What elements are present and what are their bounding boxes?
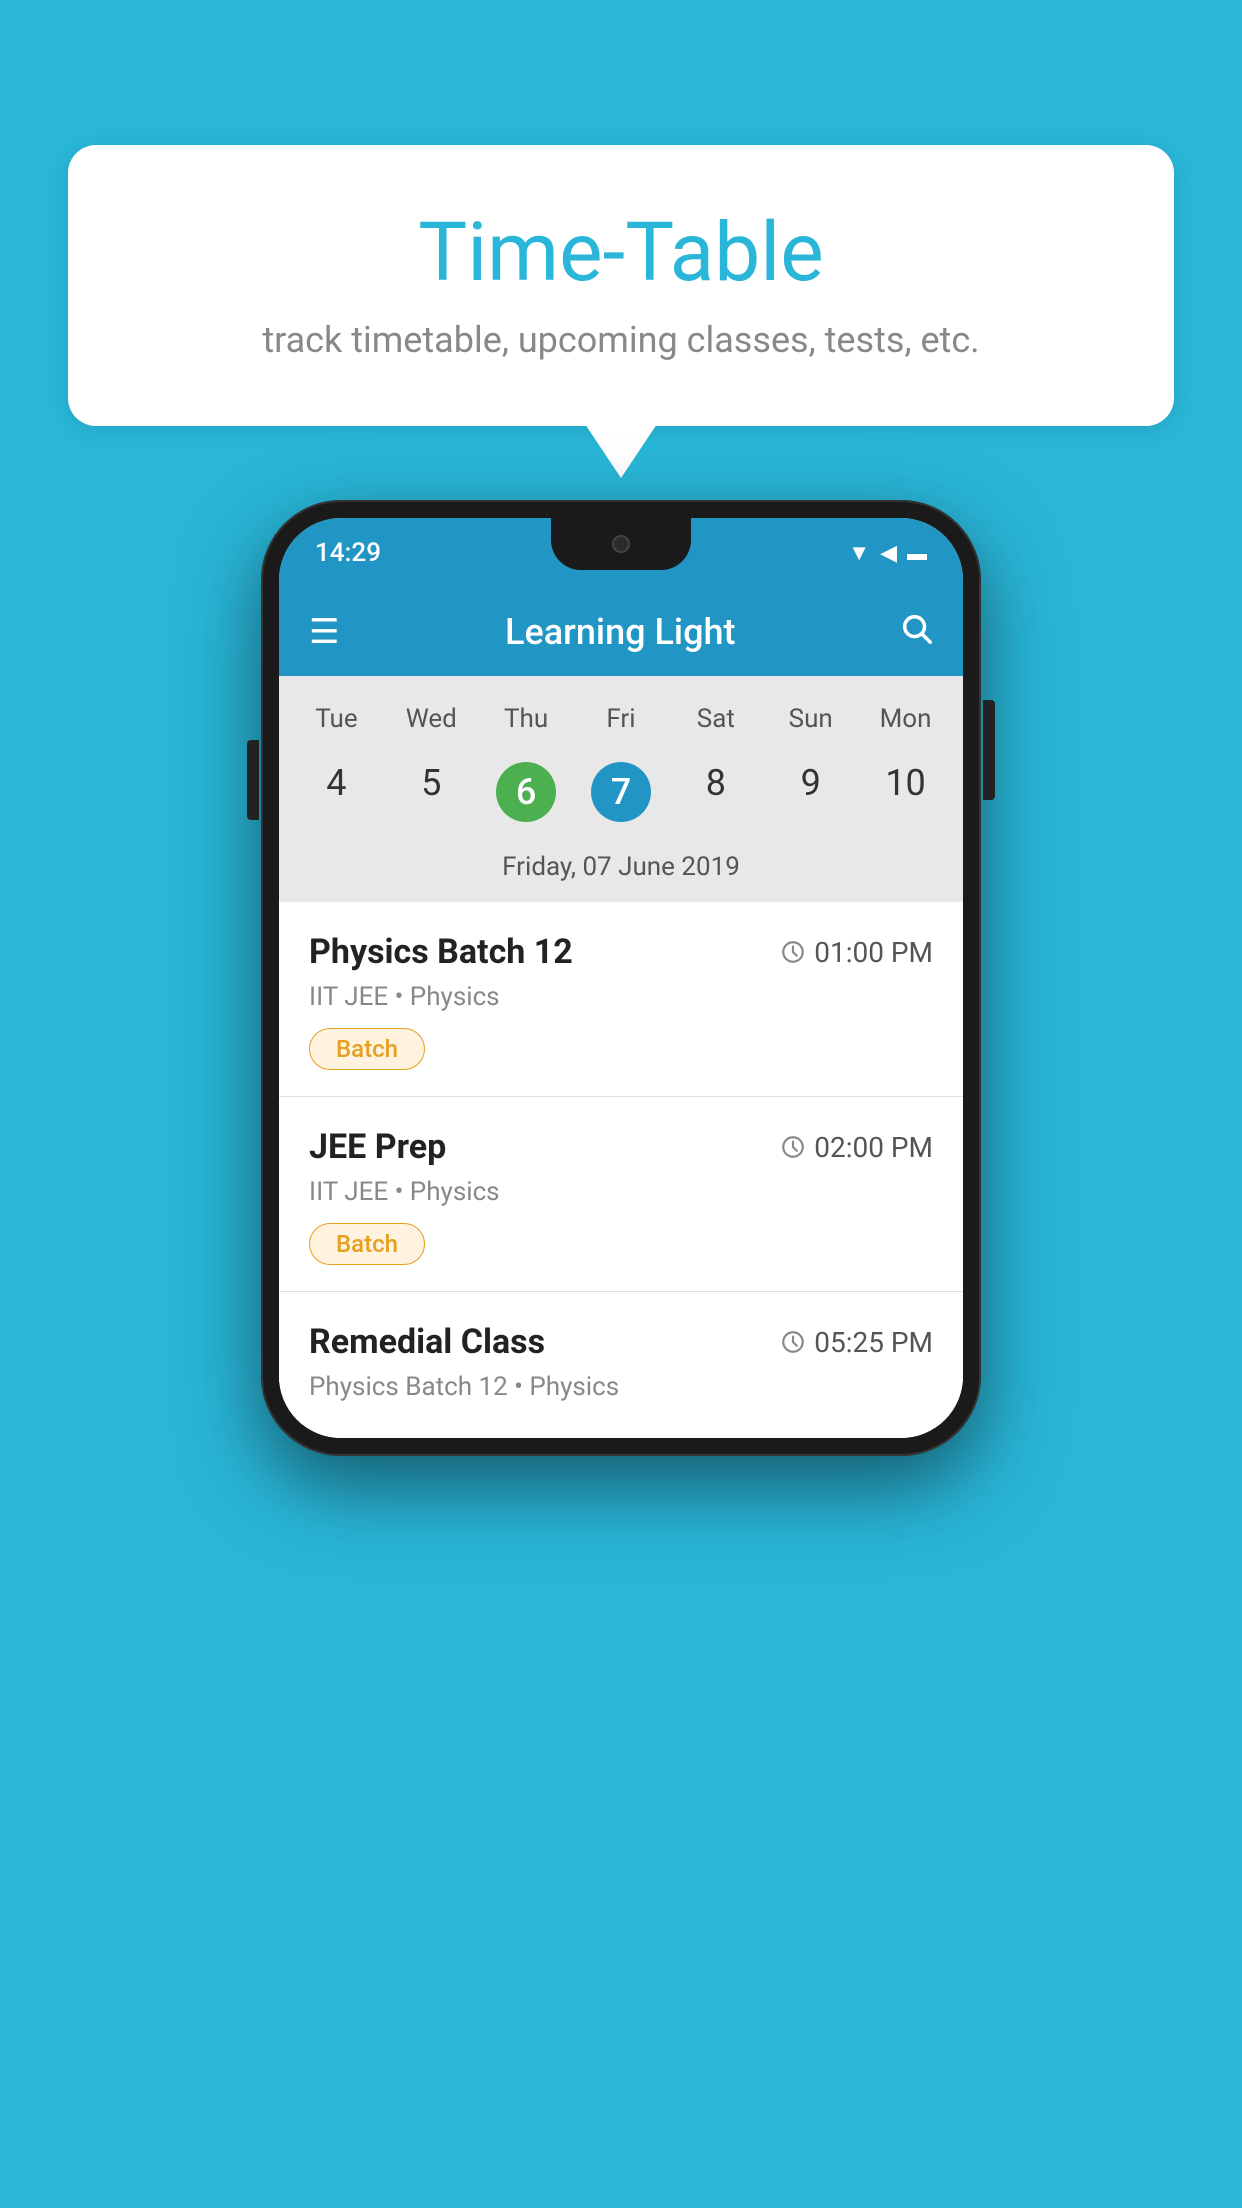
calendar-strip: Tue Wed Thu Fri Sat Sun Mon 4 5 6 7 [279, 676, 963, 902]
camera-dot [612, 535, 630, 553]
date-9[interactable]: 9 [763, 752, 858, 832]
date-7[interactable]: 7 [574, 752, 669, 832]
speech-bubble: Time-Table track timetable, upcoming cla… [68, 145, 1174, 426]
date-10[interactable]: 10 [858, 752, 953, 832]
schedule-item-2-title: JEE Prep [309, 1127, 446, 1167]
date-selected-7[interactable]: 7 [591, 762, 651, 822]
day-wed: Wed [384, 696, 479, 742]
phone-mockup: 14:29 ▼ ◀ ▬ ☰ Learning Light [261, 500, 981, 1456]
date-5[interactable]: 5 [384, 752, 479, 832]
days-row: Tue Wed Thu Fri Sat Sun Mon [289, 696, 953, 742]
phone-outer: 14:29 ▼ ◀ ▬ ☰ Learning Light [261, 500, 981, 1456]
schedule-item-3-time: 05:25 PM [780, 1326, 933, 1359]
date-6[interactable]: 6 [479, 752, 574, 832]
schedule-item-2-header: JEE Prep 02:00 PM [309, 1127, 933, 1167]
calendar-date-label: Friday, 07 June 2019 [289, 846, 953, 892]
schedule-item-3-subtitle: Physics Batch 12 • Physics [309, 1372, 933, 1402]
signal-icon: ◀ [880, 541, 897, 566]
schedule-item-1-time-text: 01:00 PM [814, 936, 933, 969]
schedule-item-2[interactable]: JEE Prep 02:00 PM IIT JEE • Physics Batc… [279, 1097, 963, 1292]
dates-row: 4 5 6 7 8 9 10 [289, 752, 953, 832]
speech-bubble-container: Time-Table track timetable, upcoming cla… [68, 145, 1174, 426]
phone-screen: 14:29 ▼ ◀ ▬ ☰ Learning Light [279, 518, 963, 1438]
schedule-item-3[interactable]: Remedial Class 05:25 PM Physics Batch 12… [279, 1292, 963, 1438]
bubble-subtitle: track timetable, upcoming classes, tests… [128, 319, 1114, 361]
schedule-item-1[interactable]: Physics Batch 12 01:00 PM IIT JEE • Phys… [279, 902, 963, 1097]
date-4[interactable]: 4 [289, 752, 384, 832]
schedule-item-3-header: Remedial Class 05:25 PM [309, 1322, 933, 1362]
schedule-item-1-subtitle: IIT JEE • Physics [309, 982, 933, 1012]
battery-icon: ▬ [907, 541, 927, 566]
search-icon[interactable] [899, 611, 933, 653]
date-today-6[interactable]: 6 [496, 762, 556, 822]
schedule-item-3-title: Remedial Class [309, 1322, 545, 1362]
schedule-item-1-tag: Batch [309, 1028, 425, 1070]
date-8[interactable]: 8 [668, 752, 763, 832]
status-icons: ▼ ◀ ▬ [848, 540, 927, 566]
schedule-item-2-tag: Batch [309, 1223, 425, 1265]
app-bar: ☰ Learning Light [279, 588, 963, 676]
hamburger-icon[interactable]: ☰ [309, 612, 341, 652]
status-time: 14:29 [315, 538, 381, 568]
schedule-list: Physics Batch 12 01:00 PM IIT JEE • Phys… [279, 902, 963, 1438]
status-bar: 14:29 ▼ ◀ ▬ [279, 518, 963, 588]
schedule-item-1-title: Physics Batch 12 [309, 932, 573, 972]
day-fri: Fri [574, 696, 669, 742]
wifi-icon: ▼ [848, 540, 870, 566]
schedule-item-2-time: 02:00 PM [780, 1131, 933, 1164]
bubble-title: Time-Table [128, 205, 1114, 301]
day-tue: Tue [289, 696, 384, 742]
schedule-item-2-time-text: 02:00 PM [814, 1131, 933, 1164]
schedule-item-1-time: 01:00 PM [780, 936, 933, 969]
schedule-item-1-header: Physics Batch 12 01:00 PM [309, 932, 933, 972]
day-sat: Sat [668, 696, 763, 742]
app-bar-title: Learning Light [505, 611, 735, 653]
notch [551, 518, 691, 570]
day-thu: Thu [479, 696, 574, 742]
day-sun: Sun [763, 696, 858, 742]
schedule-item-3-time-text: 05:25 PM [814, 1326, 933, 1359]
schedule-item-2-subtitle: IIT JEE • Physics [309, 1177, 933, 1207]
day-mon: Mon [858, 696, 953, 742]
